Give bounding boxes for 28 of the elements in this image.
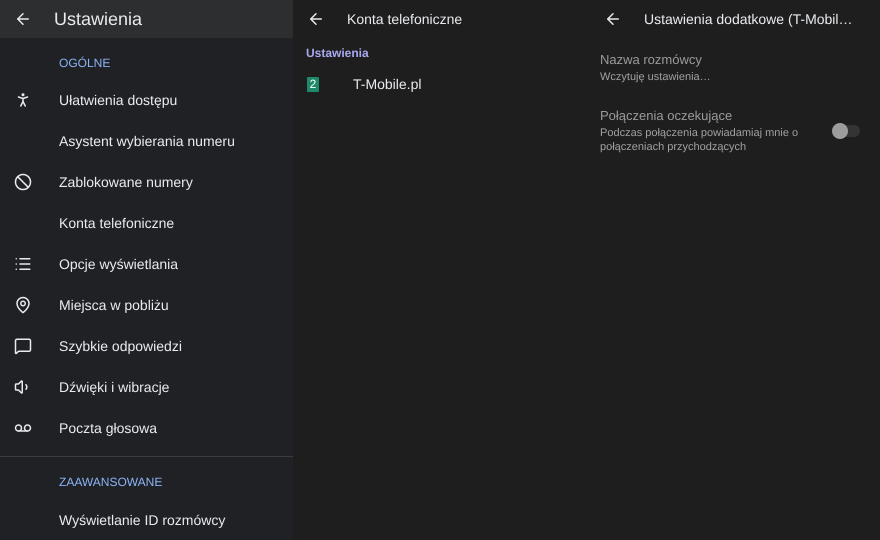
settings-item[interactable]: Szybkie odpowiedzi: [0, 325, 293, 366]
section-heading: ZAAWANSOWANE: [58, 474, 164, 492]
settings-item[interactable]: Konta telefoniczne: [0, 202, 293, 244]
back-button[interactable]: [604, 10, 622, 28]
settings-item[interactable]: Ułatwienia dostępu: [0, 80, 293, 121]
section-heading: Ustawienia: [305, 45, 370, 62]
account-item[interactable]: 2 T-Mobile.pl: [293, 70, 590, 98]
chat-bubble-icon: [14, 336, 32, 355]
block-icon: [14, 173, 32, 192]
screen-title: Ustawienia: [54, 8, 142, 30]
back-button[interactable]: [14, 10, 32, 28]
settings-item[interactable]: Zablokowane numery: [0, 162, 293, 203]
sim-badge: 2: [307, 76, 319, 92]
settings-item[interactable]: Dźwięki i wibracje: [0, 366, 293, 408]
section-heading: OGÓLNE: [58, 55, 112, 72]
settings-item[interactable]: Poczta głosowa: [0, 407, 293, 448]
settings-item[interactable]: Asystent wybierania numeru: [0, 120, 293, 162]
back-button[interactable]: [307, 10, 325, 28]
setting-title: Połączenia oczekujące: [600, 108, 734, 123]
setting-title: Nazwa rozmówcy: [600, 52, 703, 67]
setting-summary: Wczytuję ustawienia…: [600, 70, 712, 84]
screen-title: Ustawienia dodatkowe (T-Mobil…: [644, 11, 853, 27]
settings-item[interactable]: Opcje wyświetlania: [0, 244, 293, 285]
screen-title: Konta telefoniczne: [347, 11, 462, 27]
setting-summary: Podczas połączenia powiadamiaj mnie o połączeniach przychodzących: [600, 126, 800, 154]
settings-item[interactable]: Miejsca w pobliżu: [0, 284, 293, 326]
location-pin-icon: [14, 296, 32, 314]
settings-item[interactable]: Wyświetlanie ID rozmówcy: [0, 499, 293, 540]
